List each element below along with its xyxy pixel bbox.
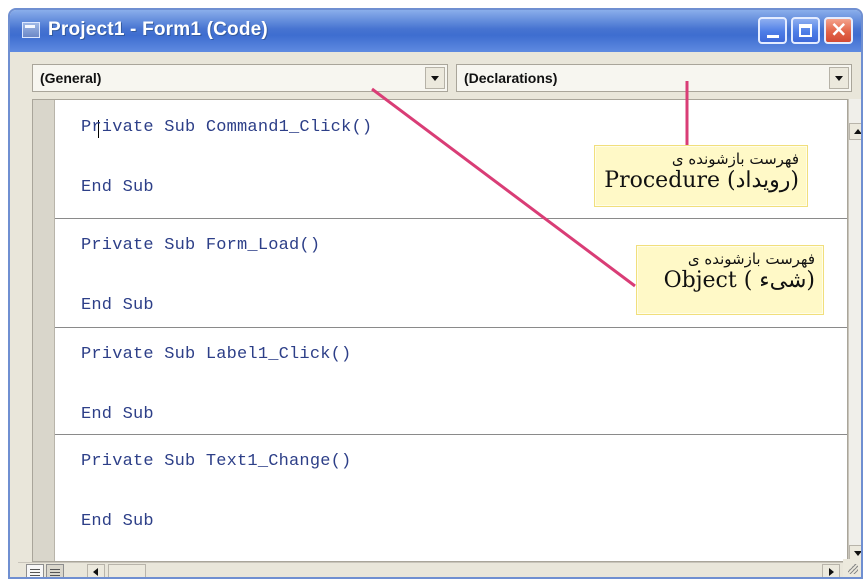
code-line: Private Sub Label1_Click() <box>81 345 352 364</box>
editor-gutter <box>33 100 55 561</box>
code-line: Private Sub Form_Load() <box>81 236 321 255</box>
procedure-block: Private Sub Command1_Click() End Sub <box>55 100 847 204</box>
object-dropdown[interactable]: (General) <box>32 64 448 92</box>
scroll-right-button[interactable] <box>822 564 840 577</box>
maximize-icon <box>799 24 812 37</box>
code-area[interactable]: Private Sub Command1_Click() End Sub Pri… <box>55 100 847 561</box>
procedure-block: Private Sub Label1_Click() End Sub <box>55 327 847 431</box>
code-line: End Sub <box>81 405 154 424</box>
procedure-dropdown-value: (Declarations) <box>464 70 558 86</box>
code-line: Private Sub Text1_Change() <box>81 452 352 471</box>
title-bar[interactable]: Project1 - Form1 (Code) × <box>10 10 861 52</box>
chevron-down-icon[interactable] <box>425 67 445 89</box>
procedure-view-icon[interactable] <box>26 564 44 577</box>
editor-bottom-bar <box>18 562 848 577</box>
close-button[interactable]: × <box>824 17 853 44</box>
code-window-icon <box>22 22 40 38</box>
code-editor[interactable]: Private Sub Command1_Click() End Sub Pri… <box>32 99 848 562</box>
code-line: End Sub <box>81 296 154 315</box>
chevron-down-icon[interactable] <box>829 67 849 89</box>
code-window: Project1 - Form1 (Code) × (General) (Dec… <box>8 8 863 579</box>
horizontal-scroll-thumb[interactable] <box>108 564 146 577</box>
procedure-block: Private Sub Text1_Change() End Sub <box>55 434 847 538</box>
maximize-button[interactable] <box>791 17 820 44</box>
object-dropdown-value: (General) <box>40 70 102 86</box>
minimize-button[interactable] <box>758 17 787 44</box>
code-line: End Sub <box>81 512 154 531</box>
vertical-scrollbar[interactable] <box>848 99 861 562</box>
full-module-view-icon[interactable] <box>46 564 64 577</box>
procedure-block: Private Sub Form_Load() End Sub <box>55 218 847 322</box>
scroll-up-button[interactable] <box>849 123 861 140</box>
resize-grip[interactable] <box>843 559 861 577</box>
code-line: End Sub <box>81 178 154 197</box>
code-line: Private Sub Command1_Click() <box>81 118 373 137</box>
minimize-icon <box>767 35 779 38</box>
close-icon: × <box>830 17 848 41</box>
window-title: Project1 - Form1 (Code) <box>48 19 268 40</box>
scroll-left-button[interactable] <box>87 564 105 577</box>
procedure-dropdown[interactable]: (Declarations) <box>456 64 852 92</box>
